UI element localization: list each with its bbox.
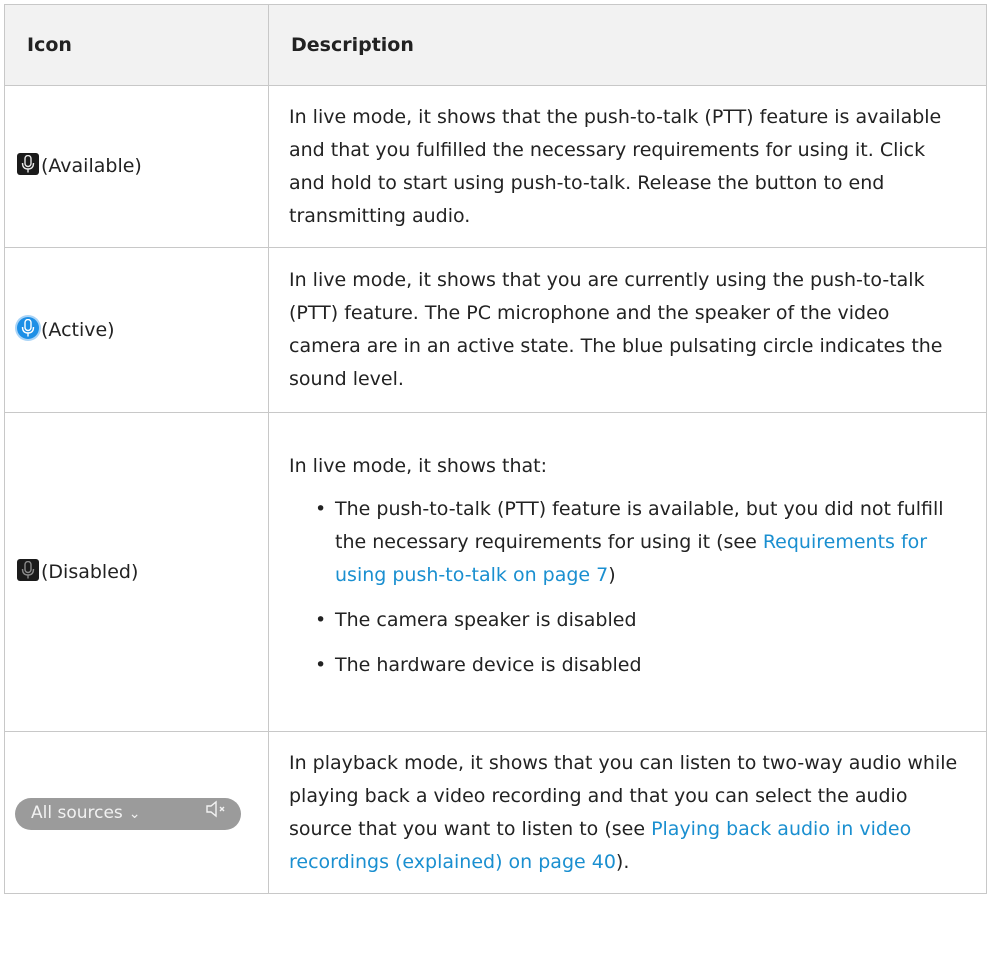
state-active: (Active) [41,318,115,341]
list-item: The hardware device is disabled [315,649,964,682]
table-row: (Available) In live mode, it shows that … [4,85,987,248]
description-text: In live mode, it shows that the push-to-… [289,105,942,227]
speaker-muted-icon [205,797,229,830]
table-header-row: Icon Description [4,4,987,86]
icon-cell: (Active) [4,247,269,413]
table-row: All sources ⌄ In playback mode, it shows … [4,731,987,894]
table-row: (Disabled) In live mode, it shows that: … [4,412,987,732]
description-intro: In live mode, it shows that: [289,455,547,477]
audio-source-selector[interactable]: All sources ⌄ [15,797,241,830]
list-item: The camera speaker is disabled [315,604,964,637]
icon-cell: All sources ⌄ [4,731,269,894]
description-text-end: ). [615,850,630,873]
icon-description-table: Icon Description (Available) In live mod… [4,4,987,894]
chevron-down-icon: ⌄ [128,805,141,822]
bullet-text-end: ) [608,564,616,586]
header-description: Description [268,4,987,86]
icon-cell: (Disabled) [4,412,269,732]
header-icon: Icon [4,4,269,86]
state-available: (Available) [41,155,142,177]
description-text: In playback mode, it shows that you can … [289,747,964,879]
microphone-icon [17,153,39,175]
description-cell: In playback mode, it shows that you can … [268,731,987,894]
condition-list: The push-to-talk (PTT) feature is availa… [289,493,964,682]
description-cell: In live mode, it shows that: The push-to… [268,412,987,732]
microphone-disabled-icon [17,558,39,581]
list-item: The push-to-talk (PTT) feature is availa… [315,493,964,592]
microphone-active-icon [17,316,39,339]
description-cell: In live mode, it shows that you are curr… [268,247,987,413]
icon-cell: (Available) [4,85,269,248]
table-row: (Active) In live mode, it shows that you… [4,247,987,413]
description-cell: In live mode, it shows that the push-to-… [268,85,987,248]
description-text: In live mode, it shows that you are curr… [289,269,943,390]
audio-source-label: All sources [31,802,123,823]
state-disabled: (Disabled) [41,560,139,583]
